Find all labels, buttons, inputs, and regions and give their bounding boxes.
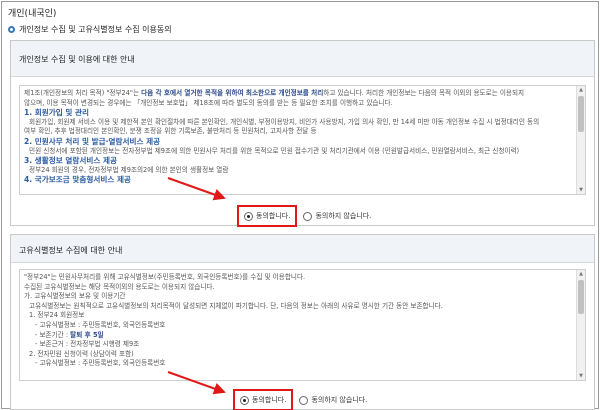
terms-line: 수집된 고유식별정보는 해당 목적이외의 용도로는 이용되지 않습니다. (24, 283, 573, 293)
unique-id-scrollbar[interactable]: ▲ ▼ (576, 270, 585, 380)
privacy-agree-option[interactable]: 동의합니다. (237, 205, 298, 227)
unique-id-agree-option[interactable]: 동의합니다. (233, 389, 294, 410)
terms-text-span: 4. 국가보조금 맞춤형서비스 제공 (24, 175, 131, 185)
terms-text-span: 여부 확인, 추후 법정대리인 본인확인, 분쟁 조정을 위한 기록보존, 불만… (24, 127, 317, 136)
terms-text-span: 1. 정부24 회원정보 (29, 311, 85, 320)
terms-text-span: 정부24 회원의 경우, 전자정부법 제9조의2에 의한 본인의 생활정보 열람 (29, 165, 229, 174)
terms-text-span: 3. 생활정보 열람서비스 제공 (24, 156, 117, 166)
page-frame: 개인(내국인) 개인정보 수집 및 고유식별정보 수집 이용동의 개인정보 수집… (1, 1, 599, 410)
terms-line: 회원가입, 회원제 서비스 이용 및 제한적 본인 확인절차에 따른 본인확인,… (24, 118, 573, 128)
unique-id-agree-radio[interactable] (240, 395, 249, 405)
scroll-up-icon[interactable]: ▲ (577, 86, 585, 94)
terms-text-span: - 보존근거 : 전자정부법 시행령 제9조 (35, 340, 140, 349)
unique-id-disagree-radio[interactable] (299, 395, 309, 405)
terms-line: 정부24 회원의 경우, 전자정부법 제9조의2에 의한 본인의 생활정보 열람 (24, 166, 573, 176)
terms-text-span: 않으며, 이용 목적이 변경되는 경우에는 「개인정보 보호법」 제18조에 따… (24, 98, 393, 107)
terms-text-span: 2. 민원사무 처리 및 발급·열람서비스 제공 (24, 136, 161, 146)
privacy-consent-panel: 개인정보 수집 및 이용에 대한 안내 제1조(개인정보의 처리 목적) "정부… (10, 40, 595, 227)
privacy-terms-text: 제1조(개인정보의 처리 목적) "정부24"는 다음 각 호에서 열거한 목적… (24, 89, 573, 185)
page-title: 개인(내국인) (8, 9, 57, 19)
privacy-disagree-label[interactable]: 동의하지 않습니다. (315, 211, 371, 221)
unique-id-disagree-option[interactable]: 동의하지 않습니다. (299, 395, 367, 405)
terms-heading: 3. 생활정보 열람서비스 제공 (24, 156, 573, 166)
terms-line: 2. 전자민원 신청이력 (상담이력 포함) (24, 350, 573, 360)
terms-text-span: 1. 회원가입 및 관리 (24, 108, 90, 118)
privacy-agree-radio[interactable] (244, 211, 253, 221)
unique-id-agree-label[interactable]: 동의합니다. (252, 395, 286, 405)
privacy-disagree-option[interactable]: 동의하지 않습니다. (303, 211, 371, 221)
scroll-up-icon[interactable]: ▲ (577, 270, 585, 278)
privacy-agree-label[interactable]: 동의합니다. (256, 211, 290, 221)
unique-id-terms-text: "정부24"는 민원사무처리를 위해 고유식별정보(주민등록번호, 외국인등록번… (24, 273, 573, 369)
unique-id-consent-options: 동의합니다. 동의하지 않습니다. (233, 389, 367, 410)
terms-heading: 1. 회원가입 및 관리 (24, 108, 573, 118)
unique-id-panel-title: 고유식별정보 수집에 대한 안내 (11, 235, 594, 263)
terms-line: 여부 확인, 추후 법정대리인 본인확인, 분쟁 조정을 위한 기록보존, 불만… (24, 127, 573, 137)
terms-line: 않으며, 이용 목적이 변경되는 경우에는 「개인정보 보호법」 제18조에 따… (24, 99, 573, 109)
terms-text-span: 다음 각 호에서 열거한 목적을 위하여 최소한으로 개인정보를 처리 (141, 89, 324, 97)
privacy-disagree-radio[interactable] (303, 211, 313, 221)
terms-text-span: "정부24"는 민원사무처리를 위해 고유식별정보(주민등록번호, 외국인등록번… (24, 273, 306, 281)
scroll-down-icon[interactable]: ▼ (577, 372, 585, 380)
privacy-terms-scrollbox[interactable]: 제1조(개인정보의 처리 목적) "정부24"는 다음 각 호에서 열거한 목적… (19, 85, 586, 195)
circle-bullet-icon (8, 26, 15, 33)
terms-text-span: 제1조(개인정보의 처리 목적) "정부24"는 (24, 89, 142, 97)
privacy-consent-options: 동의합니다. 동의하지 않습니다. (237, 205, 371, 227)
privacy-panel-title: 개인정보 수집 및 이용에 대한 안내 (11, 41, 594, 77)
terms-line: - 고유식별정보 : 주민등록번호, 외국인등록번호 (24, 359, 573, 369)
terms-line: - 고유식별정보 : 주민등록번호, 외국인등록번호 (24, 321, 573, 331)
terms-text-span: 하고 있습니다. 처리한 개인정보는 다음의 목적 이외의 용도로는 이용되지 (323, 89, 525, 97)
privacy-scrollbar[interactable]: ▲ ▼ (576, 86, 585, 194)
red-arrow-icon (167, 177, 226, 201)
terms-line: 제1조(개인정보의 처리 목적) "정부24"는 다음 각 호에서 열거한 목적… (24, 89, 573, 99)
unique-id-consent-panel: 고유식별정보 수집에 대한 안내 "정부24"는 민원사무처리를 위해 고유식별… (10, 234, 595, 410)
terms-text-span: 고유식별정보는 원칙적으로 고유식별정보의 처리목적이 달성되면 지체없이 파기… (29, 301, 443, 310)
terms-text-span: 수집된 고유식별정보는 해당 목적이외의 용도로는 이용되지 않습니다. (24, 282, 215, 291)
terms-line: "정부24"는 민원사무처리를 위해 고유식별정보(주민등록번호, 외국인등록번… (24, 273, 573, 283)
terms-line: 1. 정부24 회원정보 (24, 311, 573, 321)
unique-id-disagree-label[interactable]: 동의하지 않습니다. (311, 395, 367, 405)
terms-heading: 4. 국가보조금 맞춤형서비스 제공 (24, 175, 573, 185)
terms-line: 가. 고유식별정보의 보유 및 이용기간 (24, 292, 573, 302)
terms-text-span: - 고유식별정보 : 주민등록번호, 외국인등록번호 (35, 359, 166, 368)
terms-line: - 보존기간 : 탈퇴 후 5일 (24, 331, 573, 341)
terms-text-span: 민원 신청서에 포함된 개인정보는 전자정부법 제9조에 의한 민원사무 처리를… (29, 146, 520, 155)
terms-line: 고유식별정보는 원칙적으로 고유식별정보의 처리목적이 달성되면 지체없이 파기… (24, 302, 573, 312)
terms-text-span: - 보존기간 : (35, 330, 71, 339)
section-title: 개인정보 수집 및 고유식별정보 수집 이용동의 (8, 24, 172, 35)
terms-heading: 2. 민원사무 처리 및 발급·열람서비스 제공 (24, 137, 573, 147)
terms-text-span: 탈퇴 후 5일 (70, 330, 104, 339)
section-title-label: 개인정보 수집 및 고유식별정보 수집 이용동의 (19, 25, 172, 34)
terms-text-span: 가. 고유식별정보의 보유 및 이용기간 (24, 292, 126, 301)
unique-id-terms-scrollbox[interactable]: "정부24"는 민원사무처리를 위해 고유식별정보(주민등록번호, 외국인등록번… (19, 269, 586, 381)
terms-text-span: 2. 전자민원 신청이력 (상담이력 포함) (29, 349, 134, 358)
terms-text-span: 회원가입, 회원제 서비스 이용 및 제한적 본인 확인절차에 따른 본인확인,… (29, 117, 540, 126)
scroll-down-icon[interactable]: ▼ (577, 186, 585, 194)
scrollbar-thumb[interactable] (578, 96, 584, 132)
terms-line: - 보존근거 : 전자정부법 시행령 제9조 (24, 340, 573, 350)
terms-text-span: - 고유식별정보 : 주민등록번호, 외국인등록번호 (35, 320, 166, 329)
terms-line: 민원 신청서에 포함된 개인정보는 전자정부법 제9조에 의한 민원사무 처리를… (24, 147, 573, 157)
red-arrow-icon (167, 371, 226, 395)
scrollbar-thumb[interactable] (578, 280, 584, 314)
